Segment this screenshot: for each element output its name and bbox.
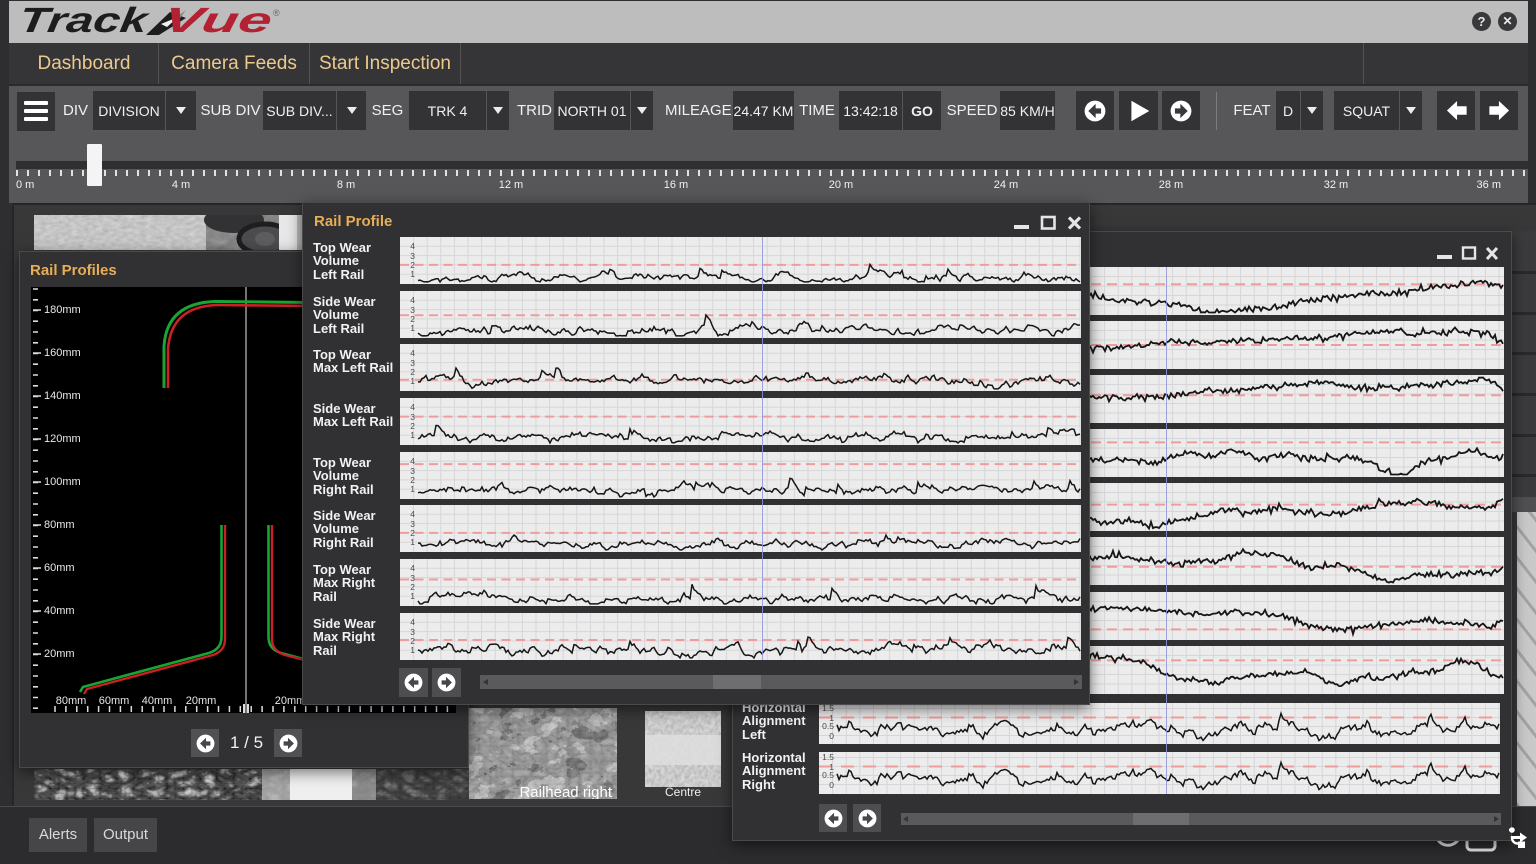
svg-text:4: 4 — [410, 509, 415, 519]
svg-text:20mm: 20mm — [44, 648, 75, 660]
svg-text:180mm: 180mm — [44, 304, 81, 316]
svg-text:4: 4 — [410, 402, 415, 412]
svg-text:1: 1 — [410, 537, 415, 547]
svg-text:20mm: 20mm — [275, 695, 306, 707]
svg-text:60mm: 60mm — [44, 562, 75, 574]
svg-text:1: 1 — [410, 430, 415, 440]
svg-text:60mm: 60mm — [99, 695, 130, 707]
svg-text:0.5: 0.5 — [822, 721, 834, 731]
svg-text:0.5: 0.5 — [822, 770, 834, 780]
svg-text:4: 4 — [410, 617, 415, 627]
svg-text:0: 0 — [829, 780, 834, 790]
svg-text:4: 4 — [410, 563, 415, 573]
svg-text:1: 1 — [410, 269, 415, 279]
svg-text:1: 1 — [410, 323, 415, 333]
svg-text:160mm: 160mm — [44, 347, 81, 359]
svg-text:100mm: 100mm — [44, 476, 81, 488]
svg-text:120mm: 120mm — [44, 433, 81, 445]
svg-text:140mm: 140mm — [44, 390, 81, 402]
svg-text:80mm: 80mm — [56, 695, 87, 707]
svg-text:40mm: 40mm — [142, 695, 173, 707]
svg-text:4: 4 — [410, 295, 415, 305]
svg-text:20mm: 20mm — [186, 695, 217, 707]
svg-text:1: 1 — [410, 376, 415, 386]
svg-text:1: 1 — [410, 591, 415, 601]
svg-text:80mm: 80mm — [44, 519, 75, 531]
svg-text:4: 4 — [410, 348, 415, 358]
svg-text:1: 1 — [410, 484, 415, 494]
svg-text:40mm: 40mm — [44, 605, 75, 617]
svg-text:0: 0 — [829, 731, 834, 741]
svg-text:4: 4 — [410, 456, 415, 466]
svg-text:4: 4 — [410, 241, 415, 251]
svg-text:1.5: 1.5 — [822, 752, 834, 762]
svg-text:1: 1 — [410, 645, 415, 655]
svg-text:Railhead right: Railhead right — [519, 784, 612, 799]
